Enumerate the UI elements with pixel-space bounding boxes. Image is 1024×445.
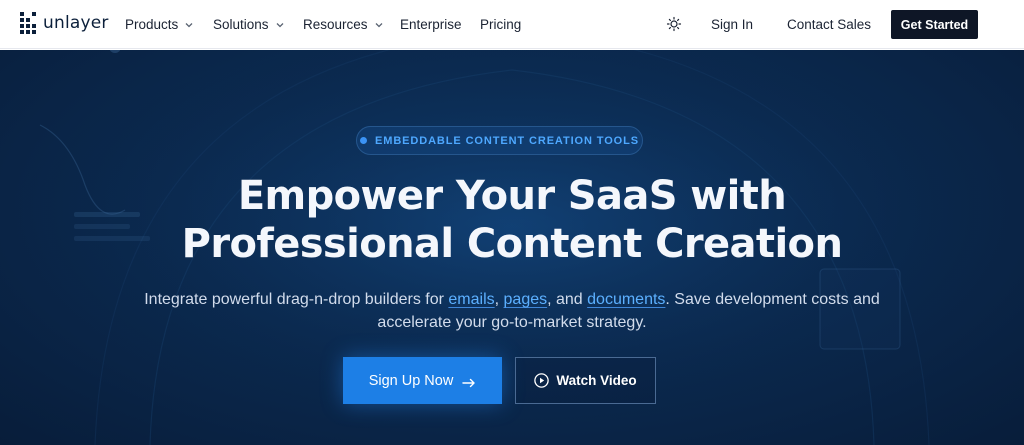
nav-resources-label: Resources <box>303 17 368 32</box>
sign-in-label: Sign In <box>711 17 754 32</box>
nav-resources[interactable]: Resources <box>303 0 384 49</box>
chevron-down-icon <box>184 20 194 30</box>
subtext-sep-2: , and <box>547 291 588 308</box>
hero-headline-line-2: Professional Content Creation <box>181 221 843 267</box>
documents-link[interactable]: documents <box>587 291 665 308</box>
theme-toggle-button[interactable] <box>666 16 682 32</box>
subtext-sep-1: , <box>494 291 504 308</box>
nav-solutions[interactable]: Solutions <box>213 0 285 49</box>
nav-pricing-label: Pricing <box>480 17 522 32</box>
sign-up-now-label: Sign Up Now <box>368 372 454 389</box>
pages-link[interactable]: pages <box>504 291 548 308</box>
sign-in-link[interactable]: Sign In <box>711 0 753 49</box>
nav-enterprise-label: Enterprise <box>400 17 462 32</box>
get-started-button[interactable]: Get Started <box>891 10 978 39</box>
unlayer-logo-icon <box>20 12 38 34</box>
brand-name: unlayer <box>43 13 109 33</box>
sun-icon <box>666 16 682 32</box>
hero-headline-line-1: Empower Your SaaS with <box>237 173 787 219</box>
play-circle-icon <box>534 373 550 388</box>
watch-video-button[interactable]: Watch Video <box>515 357 656 404</box>
sign-up-now-button[interactable]: Sign Up Now <box>343 357 502 404</box>
nav-enterprise[interactable]: Enterprise <box>400 0 462 49</box>
get-started-label: Get Started <box>900 17 969 32</box>
hero-badge-label: EMBEDDABLE CONTENT CREATION TOOLS <box>375 134 639 147</box>
chevron-down-icon <box>275 20 285 30</box>
hero-headline: Empower Your SaaS with Professional Cont… <box>0 172 1024 268</box>
unlayer-logo[interactable]: unlayer <box>20 12 109 34</box>
subtext-part-1: Integrate powerful drag-n-drop builders … <box>144 291 449 308</box>
contact-sales-label: Contact Sales <box>787 17 872 32</box>
top-navigation: unlayer Products Solutions Resources Ent… <box>0 0 1024 49</box>
nav-solutions-label: Solutions <box>213 17 269 32</box>
emails-link[interactable]: emails <box>448 291 494 308</box>
hero-badge: EMBEDDABLE CONTENT CREATION TOOLS <box>356 126 643 155</box>
nav-pricing[interactable]: Pricing <box>480 0 521 49</box>
hero-subtext: Integrate powerful drag-n-drop builders … <box>140 288 884 334</box>
arrow-right-icon <box>462 376 476 387</box>
chevron-down-icon <box>374 20 384 30</box>
nav-products-label: Products <box>125 17 179 32</box>
contact-sales-link[interactable]: Contact Sales <box>787 0 871 49</box>
badge-dot-icon <box>360 137 368 144</box>
hero-section: EMBEDDABLE CONTENT CREATION TOOLS Empowe… <box>0 50 1024 445</box>
nav-products[interactable]: Products <box>125 0 194 49</box>
watch-video-label: Watch Video <box>556 373 637 388</box>
